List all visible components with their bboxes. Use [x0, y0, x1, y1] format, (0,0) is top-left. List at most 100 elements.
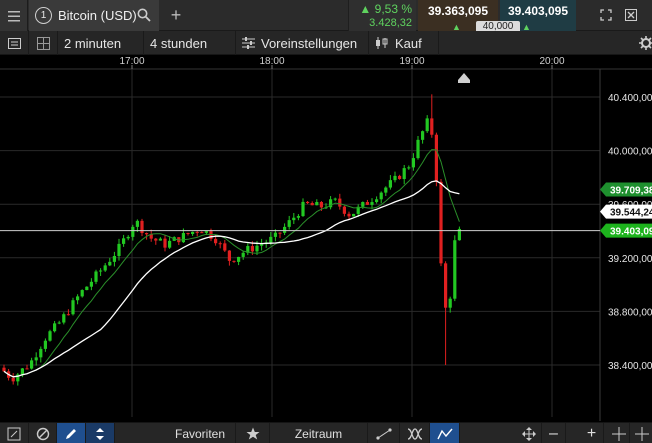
zoom-out-button[interactable]: – [542, 423, 566, 443]
candle-body [250, 246, 254, 252]
presets-button[interactable]: Voreinstellungen [236, 31, 369, 55]
add-favorite-button[interactable] [236, 423, 270, 443]
sliders-icon [242, 37, 255, 49]
candle-body [140, 220, 144, 234]
candle-body [352, 213, 356, 217]
candle-body [108, 261, 112, 266]
candle-body [333, 198, 337, 200]
candle-body [232, 260, 236, 262]
candle-body [34, 357, 38, 361]
trendline-tool-button[interactable] [368, 423, 400, 443]
candle-body [434, 134, 438, 182]
candle-body [338, 198, 342, 207]
candle-body [135, 220, 139, 227]
candle-body [11, 377, 15, 382]
candle-body [145, 233, 149, 235]
change-absolute: 3.428,32 [369, 17, 412, 29]
scroll-to-latest-icon[interactable] [458, 73, 470, 83]
range-select[interactable]: 4 stunden [144, 31, 236, 55]
zoom-in-button[interactable]: + [580, 423, 604, 443]
candle-body [163, 238, 167, 248]
candle-body [20, 368, 24, 375]
layout-button[interactable] [29, 31, 58, 55]
candle-body [388, 180, 392, 188]
candle-body [273, 232, 277, 237]
candle-body [296, 216, 300, 218]
candle-body [191, 231, 195, 235]
candle-body [430, 118, 434, 135]
crosshair-icon [611, 426, 626, 441]
interval-select[interactable]: 2 minuten [58, 31, 144, 55]
moving-average-slow [3, 180, 460, 378]
candle-body [315, 201, 319, 206]
price-change-box: ▲ 9,53 % 3.428,32 [348, 0, 416, 31]
candle-body [370, 202, 374, 205]
candle-body [154, 238, 158, 241]
candle-body [439, 181, 443, 264]
x-tick-label: 20:00 [539, 56, 564, 67]
restore-window-icon[interactable] [600, 9, 612, 21]
draw-tool-button[interactable] [0, 423, 29, 443]
candle-body [112, 255, 116, 262]
y-tick-label: 40.400,00 [608, 93, 652, 104]
candle-body [241, 252, 245, 257]
candle-body [186, 233, 190, 235]
candle-body [398, 175, 402, 180]
list-icon [7, 37, 21, 49]
instrument-tab[interactable]: 1 Bitcoin (USD) [29, 0, 159, 31]
trade-button[interactable]: Kauf [369, 31, 439, 55]
candle-body [181, 233, 185, 243]
instrument-title: Bitcoin (USD) [58, 8, 137, 23]
candle-body [365, 202, 369, 205]
pen-tool-button[interactable] [57, 423, 86, 443]
candlestick-series [2, 94, 461, 386]
candle-body [89, 281, 93, 287]
candle-body [94, 271, 98, 282]
candle-body [80, 290, 84, 297]
presets-label: Voreinstellungen [261, 35, 358, 51]
candle-body [342, 206, 346, 214]
close-window-icon[interactable] [625, 9, 637, 21]
list-view-button[interactable] [0, 31, 29, 55]
trade-label: Kauf [395, 35, 422, 51]
sort-tool-button[interactable] [86, 423, 115, 443]
candle-body [2, 367, 6, 372]
price-chart[interactable]: 17:00 18:00 19:00 20:00 40.400,00 40.000,00 3… [0, 55, 652, 421]
star-icon [246, 427, 259, 440]
candle-body [255, 245, 259, 252]
plus-icon: + [170, 5, 182, 25]
y-tick-label: 38.400,00 [608, 361, 652, 372]
candle-body [25, 368, 29, 370]
more-tools-button[interactable] [632, 423, 652, 443]
candle-body [379, 192, 383, 200]
candle-body [53, 323, 57, 332]
candle-body [411, 158, 415, 168]
candle-body [448, 298, 452, 308]
y-axis: 40.400,0040.000,0039.600,0039.200,0038.8… [599, 69, 652, 421]
clear-drawings-button[interactable] [29, 423, 57, 443]
crosshair-button[interactable] [608, 423, 630, 443]
tab-menu-button[interactable] [0, 0, 28, 31]
candle-body [227, 250, 231, 261]
candle-body [292, 217, 296, 221]
candle-body [214, 238, 218, 244]
favorites-button[interactable]: Favoriten [165, 423, 236, 443]
fit-chart-button[interactable] [516, 423, 542, 443]
indicator-tool-button[interactable] [400, 423, 430, 443]
candle-body [416, 139, 420, 159]
candle-body [306, 201, 310, 204]
line-chart-icon [436, 428, 453, 439]
candle-body [71, 300, 75, 315]
candle-body [62, 314, 66, 323]
candle-body [347, 213, 351, 217]
x-tick-label: 18:00 [259, 56, 284, 67]
gear-icon[interactable] [639, 36, 652, 50]
search-icon[interactable] [137, 8, 151, 22]
grid-plus-icon [635, 426, 649, 441]
timeframe-button[interactable]: Zeitraum [270, 423, 368, 443]
chart-style-button[interactable] [430, 423, 460, 443]
candle-body [407, 167, 411, 169]
candle-body [393, 175, 397, 181]
add-tab-button[interactable]: + [163, 0, 189, 31]
price-marker-label: 39.709,38 [610, 186, 652, 197]
